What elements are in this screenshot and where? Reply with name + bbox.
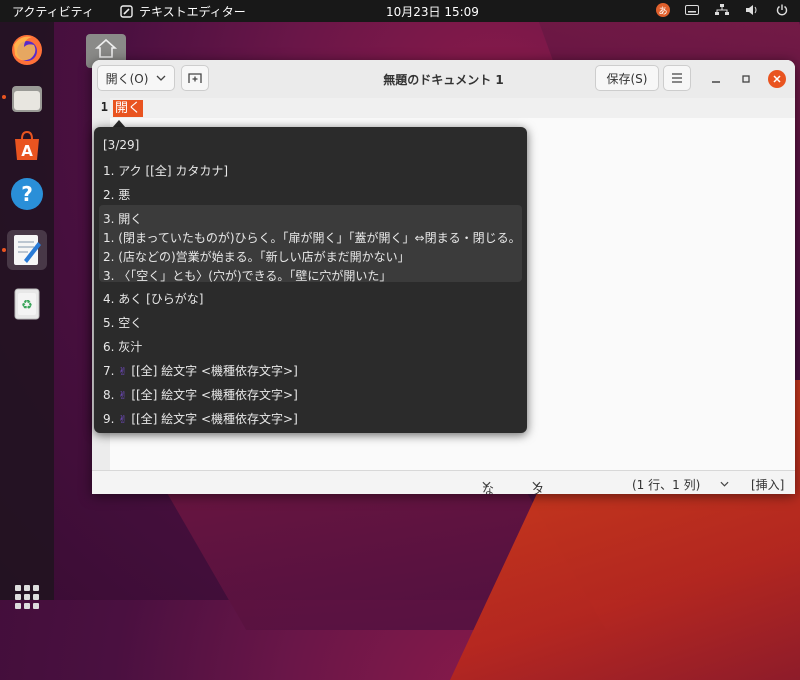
power-icon[interactable] [774, 2, 790, 18]
cursor-position[interactable]: (1 行、1 列) [632, 476, 700, 493]
system-tray[interactable]: あ [656, 2, 790, 18]
hamburger-icon [672, 73, 682, 83]
running-indicator [2, 95, 6, 99]
close-icon [773, 75, 781, 83]
candidate-item[interactable]: 5. 空く [103, 314, 142, 331]
chevron-down-icon [720, 481, 729, 487]
candidate-label: [[全] 絵文字 <機種依存文字>] [131, 364, 298, 378]
svg-text:?: ? [21, 182, 33, 206]
candidate-description: 3. 〈「空く」とも〉(穴が)できる。「壁に穴が開いた」 [103, 269, 392, 283]
volume-icon[interactable] [744, 2, 760, 18]
hamburger-menu-button[interactable] [663, 65, 691, 91]
insert-mode[interactable]: [挿入] [751, 476, 784, 493]
app-menu-label: テキストエディター [139, 5, 246, 19]
network-icon[interactable] [714, 2, 730, 18]
input-method-icon[interactable]: あ [656, 3, 670, 17]
chevron-down-icon [156, 75, 166, 81]
emoji-glyph-icon: ✌ [118, 413, 128, 426]
top-bar: アクティビティ テキストエディター 10月23日 15:09 あ [0, 0, 800, 22]
candidate-number: 7. [103, 364, 119, 378]
save-button[interactable]: 保存(S) [595, 65, 659, 91]
preedit-text[interactable]: 開く [113, 100, 144, 117]
tab-width-selector[interactable]: タブ幅: 8 [532, 476, 544, 494]
trash-icon[interactable]: ♻ [7, 284, 47, 324]
current-line-highlight [110, 98, 795, 118]
app-menu[interactable]: テキストエディター [120, 3, 246, 20]
minimize-button[interactable] [707, 70, 725, 88]
candidate-item-selected[interactable]: 3. 開く [103, 210, 142, 227]
candidate-description: 2. (店などの)営業が始まる。「新しい店がまだ開かない」 [103, 250, 410, 264]
syntax-selector[interactable]: なし [482, 476, 494, 494]
dock: A ? ♻ [0, 22, 54, 609]
header-bar: 開く(O) 無題のドキュメント 1 保存(S) [92, 60, 795, 99]
maximize-icon [742, 75, 750, 83]
candidate-counter: [3/29] [103, 138, 140, 152]
candidate-description: 1. (閉まっていたものが)ひらく。「扉が開く」「蓋が開く」⇔閉まる・閉じる。 [103, 231, 521, 245]
candidate-item[interactable]: 7. ✌ [[全] 絵文字 <機種依存文字>] [103, 362, 298, 379]
running-indicator [2, 248, 6, 252]
firefox-icon[interactable] [7, 30, 47, 70]
candidate-label: [[全] 絵文字 <機種依存文字>] [131, 388, 298, 402]
close-button[interactable] [768, 70, 786, 88]
new-tab-button[interactable] [181, 65, 209, 91]
status-bar: なし タブ幅: 8 (1 行、1 列) [挿入] [92, 470, 795, 494]
files-icon[interactable] [7, 79, 47, 119]
candidate-number: 8. [103, 388, 119, 402]
ime-candidate-popup: [3/29] 1. アク [[全] カタカナ] 2. 悪 3. 開く 1. (閉… [94, 127, 527, 433]
tab-width-label: タブ幅: 8 [532, 483, 545, 494]
emoji-glyph-icon: ✌ [118, 365, 128, 378]
text-editor-small-icon [120, 5, 133, 18]
candidate-item[interactable]: 8. ✌ [[全] 絵文字 <機種依存文字>] [103, 386, 298, 403]
candidate-label: [[全] 絵文字 <機種依存文字>] [131, 412, 298, 426]
new-tab-icon [188, 73, 202, 83]
app-center-icon[interactable]: A [7, 126, 47, 166]
position-menu[interactable] [720, 476, 729, 490]
syntax-label: なし [482, 483, 495, 494]
svg-text:♻: ♻ [21, 298, 33, 313]
minimize-icon [712, 81, 720, 83]
maximize-button[interactable] [737, 70, 755, 88]
open-button-label: 開く(O) [105, 71, 149, 86]
show-apps-icon[interactable] [15, 585, 39, 609]
candidate-item[interactable]: 2. 悪 [103, 186, 130, 203]
candidate-item[interactable]: 4. あく [ひらがな] [103, 290, 203, 307]
emoji-glyph-icon: ✌ [118, 389, 128, 402]
text-editor-icon[interactable] [7, 230, 47, 270]
activities-button[interactable]: アクティビティ [12, 3, 94, 20]
line-number: 1 [100, 100, 108, 114]
candidate-item[interactable]: 9. ✌ [[全] 絵文字 <機種依存文字>] [103, 410, 298, 427]
help-icon[interactable]: ? [7, 174, 47, 214]
keyboard-icon[interactable] [684, 2, 700, 18]
candidate-item[interactable]: 6. 灰汁 [103, 338, 142, 355]
candidate-number: 9. [103, 412, 119, 426]
open-button[interactable]: 開く(O) [97, 65, 175, 91]
clock[interactable]: 10月23日 15:09 [386, 3, 479, 20]
candidate-item[interactable]: 1. アク [[全] カタカナ] [103, 162, 228, 179]
svg-text:A: A [21, 142, 33, 160]
